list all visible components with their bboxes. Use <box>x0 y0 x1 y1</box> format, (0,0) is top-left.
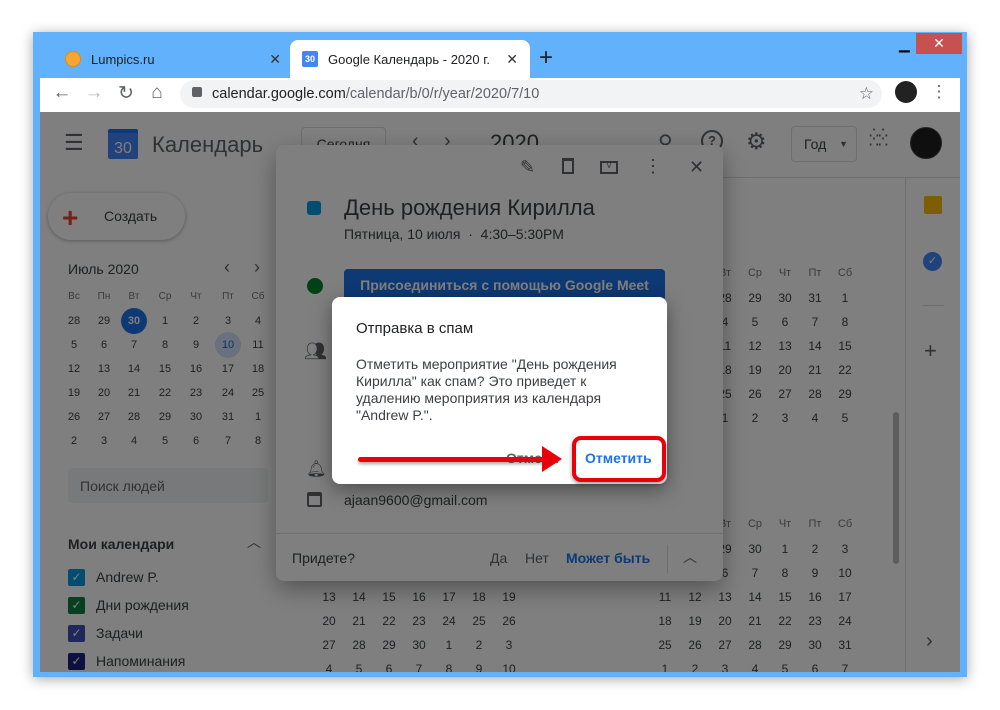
annotation-arrow-line <box>358 457 554 462</box>
close-tab-icon[interactable]: ✕ <box>269 51 281 68</box>
tab-lumpics[interactable]: Lumpics.ru ✕ <box>53 40 293 78</box>
calendar-app: ☰ 30 Календарь Сегодня ‹ › 2020 ⚲ ? ⚙ Го… <box>40 112 960 672</box>
profile-avatar[interactable] <box>895 81 917 103</box>
star-icon[interactable]: ☆ <box>859 84 874 104</box>
new-tab-button[interactable]: + <box>539 44 553 72</box>
address-bar[interactable]: calendar.google.com/calendar/b/0/r/year/… <box>180 80 882 108</box>
orange-favicon-icon <box>65 51 81 67</box>
home-icon[interactable]: ⌂ <box>145 82 169 104</box>
annotation-highlight-box <box>572 436 666 482</box>
reload-icon[interactable]: ↻ <box>114 82 138 105</box>
forward-icon[interactable]: → <box>82 82 106 104</box>
annotation-arrow-head <box>542 446 562 472</box>
close-tab-icon[interactable]: ✕ <box>506 51 518 68</box>
calendar-favicon-icon: 30 <box>302 51 318 67</box>
dialog-body: Отметить мероприятие "День рождения Кири… <box>356 356 617 423</box>
back-icon[interactable]: ← <box>50 82 74 104</box>
minimize-button[interactable]: ▁ <box>899 36 915 53</box>
dialog-title: Отправка в спам <box>356 320 474 337</box>
close-window-button[interactable]: ✕ <box>916 33 962 54</box>
lock-icon <box>192 87 202 97</box>
tab-google-calendar[interactable]: 30 Google Календарь - 2020 г. ✕ <box>290 40 530 78</box>
browser-toolbar: ← → ↻ ⌂ calendar.google.com/calendar/b/0… <box>40 78 960 112</box>
browser-menu-icon[interactable]: ⋮ <box>927 82 951 102</box>
